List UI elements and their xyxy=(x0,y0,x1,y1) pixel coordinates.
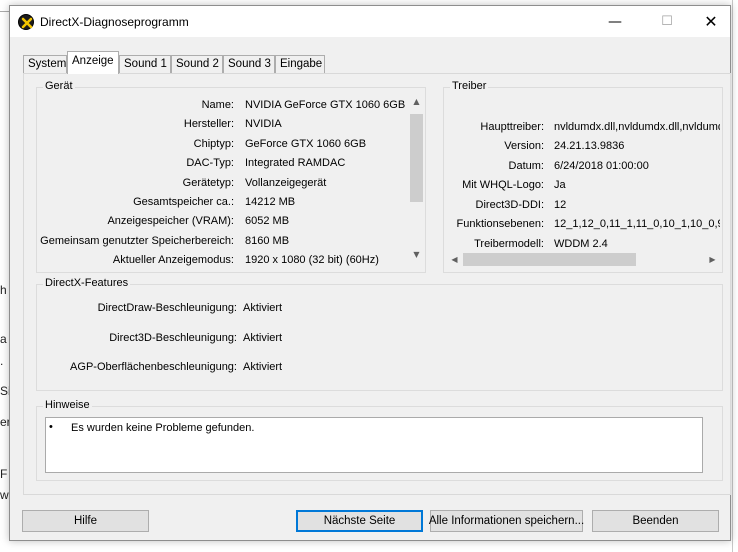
minimize-icon: — xyxy=(608,13,622,30)
notes-text-box[interactable]: • Es wurden keine Probleme gefunden. xyxy=(45,417,703,473)
driver-value: 12_1,12_0,11_1,11_0,10_1,10_0,9_3 xyxy=(554,218,720,230)
device-value: NVIDIA GeForce GTX 1060 6GB xyxy=(245,99,405,111)
title-bar[interactable]: DirectX-Diagnoseprogramm — ☐ ✕ xyxy=(10,6,730,37)
device-vertical-scrollbar[interactable]: ▲ ▼ xyxy=(409,96,424,264)
tab-sound-2[interactable]: Sound 2 xyxy=(171,55,223,73)
driver-value: WDDM 2.4 xyxy=(554,238,608,250)
notes-text: Es wurden keine Probleme gefunden. xyxy=(71,422,255,434)
display-tab-panel: Gerät Name: NVIDIA GeForce GTX 1060 6GB … xyxy=(23,73,731,495)
next-page-button[interactable]: Nächste Seite xyxy=(296,510,423,532)
maximize-button[interactable]: ☐ xyxy=(644,6,690,37)
driver-label: Datum: xyxy=(508,160,544,172)
device-label: Chiptyp: xyxy=(193,138,234,150)
driver-group-title: Treiber xyxy=(450,80,489,92)
notes-group: Hinweise • Es wurden keine Probleme gefu… xyxy=(36,399,723,481)
driver-label: Mit WHQL-Logo: xyxy=(462,179,544,191)
device-label: Hersteller: xyxy=(183,118,234,130)
maximize-icon: ☐ xyxy=(661,14,673,29)
directx-features-group-title: DirectX-Features xyxy=(43,277,131,289)
device-label: Gesamtspeicher ca.: xyxy=(133,196,234,208)
device-label: Name: xyxy=(201,99,234,111)
tab-sound-3[interactable]: Sound 3 xyxy=(223,55,275,73)
device-label: Gemeinsam genutzter Speicherbereich: xyxy=(40,235,234,247)
device-label: Aktueller Anzeigemodus: xyxy=(112,254,234,266)
close-button[interactable]: ✕ xyxy=(688,6,734,37)
driver-label: Treibermodell: xyxy=(474,238,544,250)
driver-group: Treiber Haupttreiber: nvldumdx.dll,nvldu… xyxy=(443,80,723,273)
feature-label: DirectDraw-Beschleunigung: xyxy=(97,302,237,314)
device-value: GeForce GTX 1060 6GB xyxy=(245,138,367,150)
device-value: 14212 MB xyxy=(245,196,296,208)
device-group-title: Gerät xyxy=(43,80,75,92)
device-label: Gerätetyp: xyxy=(182,177,234,189)
driver-label: Funktionsebenen: xyxy=(456,218,544,230)
scrollbar-thumb[interactable] xyxy=(410,114,423,202)
device-value: 8160 MB xyxy=(245,235,290,247)
scroll-up-icon[interactable]: ▲ xyxy=(409,97,424,106)
feature-value: Aktiviert xyxy=(243,302,283,314)
driver-horizontal-scrollbar[interactable]: ◀ ▶ xyxy=(447,251,721,268)
background-window-edge xyxy=(732,0,733,552)
driver-label: Version: xyxy=(504,140,544,152)
driver-label: Haupttreiber: xyxy=(480,121,544,133)
device-group: Gerät Name: NVIDIA GeForce GTX 1060 6GB … xyxy=(36,80,426,273)
tab-eingabe[interactable]: Eingabe xyxy=(275,55,325,73)
feature-value: Aktiviert xyxy=(243,332,283,344)
minimize-button[interactable]: — xyxy=(592,6,638,37)
notes-bullet: • xyxy=(49,421,53,433)
tab-system[interactable]: System xyxy=(23,55,67,73)
directx-features-group: DirectX-Features DirectDraw-Beschleunigu… xyxy=(36,277,723,391)
driver-value: 6/24/2018 01:00:00 xyxy=(554,160,649,172)
save-all-information-button[interactable]: Alle Informationen speichern... xyxy=(429,510,584,532)
window-title: DirectX-Diagnoseprogramm xyxy=(40,15,189,29)
notes-group-title: Hinweise xyxy=(43,399,92,411)
device-value: Vollanzeigegerät xyxy=(245,177,327,189)
help-button[interactable]: Hilfe xyxy=(22,510,149,532)
device-value: Integrated RAMDAC xyxy=(245,157,346,169)
feature-label: Direct3D-Beschleunigung: xyxy=(109,332,237,344)
scroll-down-icon[interactable]: ▼ xyxy=(409,250,424,259)
close-icon: ✕ xyxy=(704,12,718,31)
feature-label: AGP-Oberflächenbeschleunigung: xyxy=(70,361,237,373)
scrollbar-thumb[interactable] xyxy=(463,253,636,266)
tab-sound-1[interactable]: Sound 1 xyxy=(119,55,171,73)
driver-value: 24.21.13.9836 xyxy=(554,140,625,152)
driver-value: nvldumdx.dll,nvldumdx.dll,nvldumdx.dll xyxy=(554,121,720,133)
feature-value: Aktiviert xyxy=(243,361,283,373)
scroll-right-icon[interactable]: ▶ xyxy=(705,255,720,264)
scroll-left-icon[interactable]: ◀ xyxy=(447,255,462,264)
directx-x-icon xyxy=(18,14,34,30)
tab-anzeige[interactable]: Anzeige xyxy=(67,51,119,74)
driver-value: 12 xyxy=(554,199,567,211)
device-label: Anzeigespeicher (VRAM): xyxy=(107,215,234,227)
device-label: DAC-Typ: xyxy=(186,157,234,169)
device-value: NVIDIA xyxy=(245,118,282,130)
directx-diagnostic-dialog: DirectX-Diagnoseprogramm — ☐ ✕ System An… xyxy=(9,5,731,541)
driver-label: Direct3D-DDI: xyxy=(475,199,544,211)
driver-value: Ja xyxy=(554,179,566,191)
device-value: 6052 MB xyxy=(245,215,290,227)
device-value: 1920 x 1080 (32 bit) (60Hz) xyxy=(245,254,379,266)
exit-button[interactable]: Beenden xyxy=(592,510,719,532)
